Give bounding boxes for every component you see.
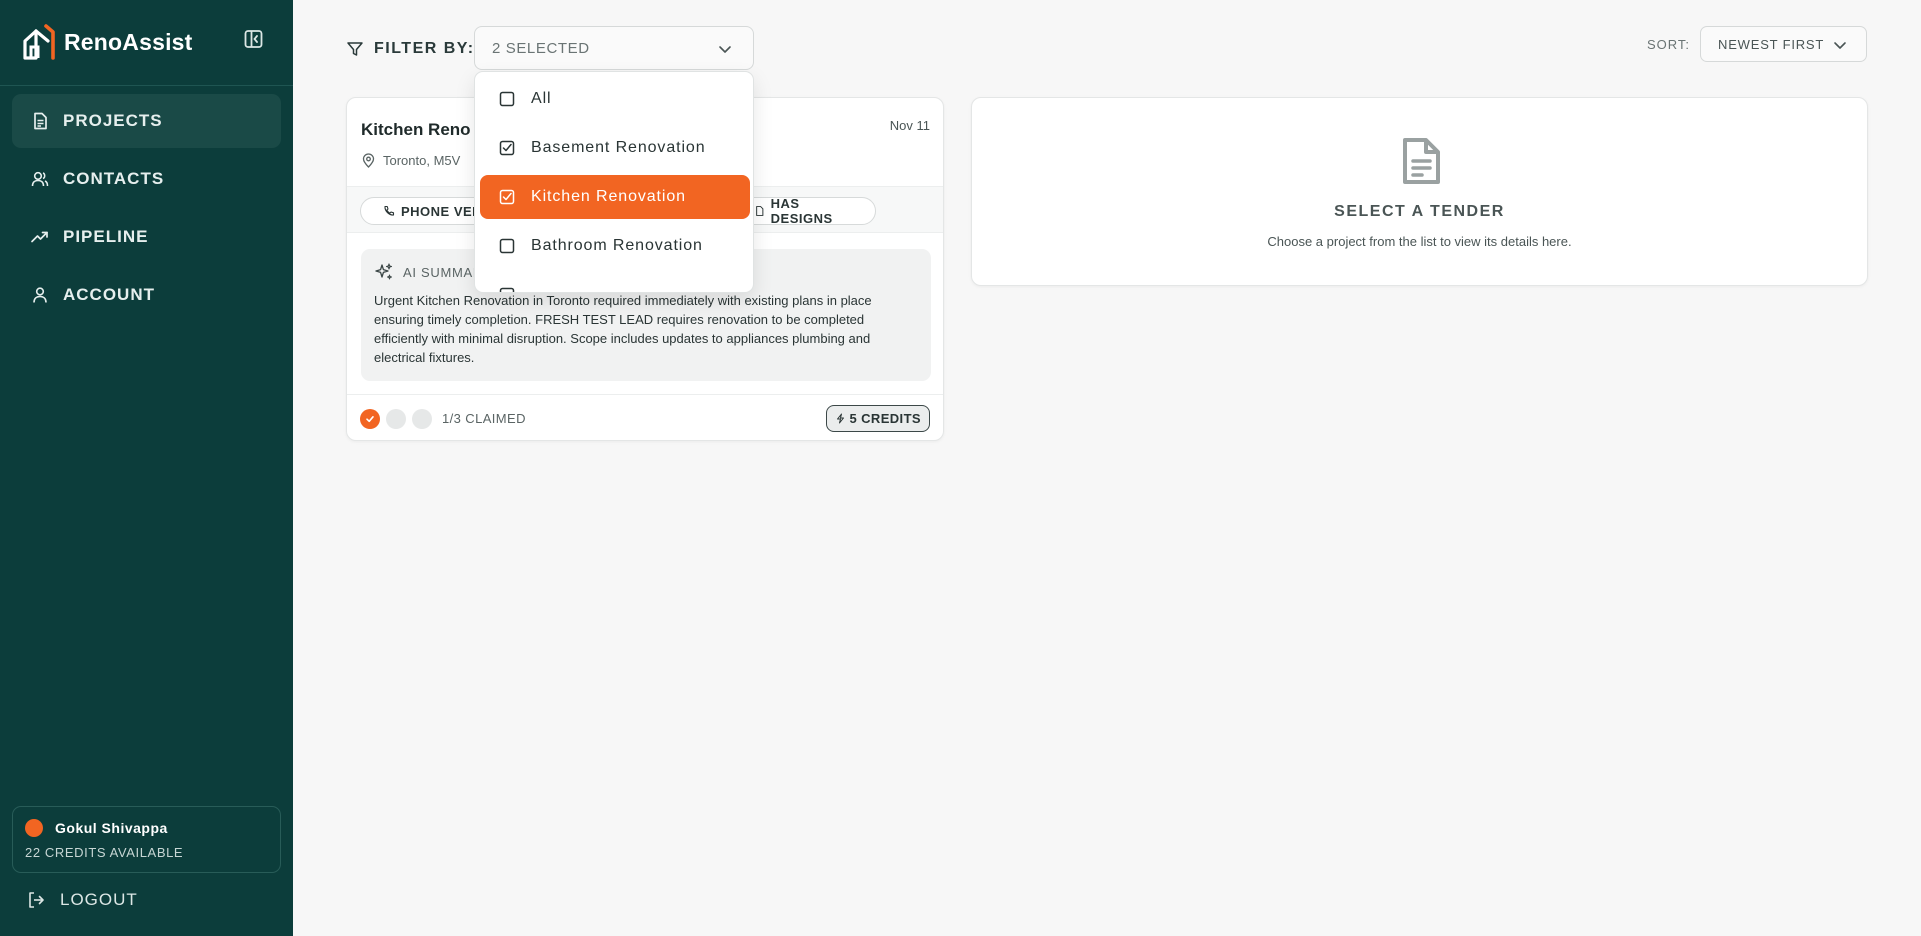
filter-selected-text: 2 SELECTED (492, 39, 590, 57)
sort-select[interactable]: NEWEST FIRST (1700, 26, 1867, 62)
ai-summary-label: AI SUMMAR (403, 264, 483, 280)
sort-label: SORT: (1646, 36, 1690, 52)
brand-name: RenoAssist (64, 28, 193, 55)
checkbox-checked-icon (499, 140, 515, 156)
ai-summary-text: Urgent Kitchen Renovation in Toronto req… (374, 293, 872, 365)
check-icon (366, 415, 374, 422)
map-pin-icon (362, 153, 375, 168)
filter-option-label: All (531, 90, 552, 107)
sidebar-item-label: PIPELINE (63, 227, 149, 246)
filter-option-label: Basement Renovation (531, 139, 706, 156)
logout-button[interactable]: LOGOUT (26, 890, 138, 910)
filter-bar: FILTER BY: (346, 28, 475, 70)
project-location-text: Toronto, M5V (383, 153, 461, 168)
logout-icon (29, 892, 44, 908)
detail-subtitle: Choose a project from the list to view i… (1267, 234, 1572, 249)
filter-select[interactable]: 2 SELECTED (474, 26, 754, 70)
filter-label: FILTER BY: (374, 40, 475, 57)
filter-option-label: Bathroom Renovation (531, 237, 703, 254)
user-card[interactable]: Gokul Shivappa 22 CREDITS AVAILABLE (12, 806, 281, 873)
sidebar-item-label: PROJECTS (63, 111, 163, 130)
filter-option-basement-renovation[interactable]: Basement Renovation (480, 126, 750, 170)
user-credits: 22 CREDITS AVAILABLE (25, 845, 184, 860)
document-icon (756, 206, 764, 216)
sparkles-icon (375, 263, 393, 280)
project-location: Toronto, M5V (361, 153, 460, 168)
user-icon (33, 287, 47, 303)
trending-up-icon (31, 231, 48, 243)
checkbox-empty-icon (499, 287, 515, 292)
checkbox-empty-icon (499, 238, 515, 254)
sidebar-item-projects[interactable]: PROJECTS (12, 94, 281, 148)
document-icon (34, 112, 47, 130)
project-title: Kitchen Reno (361, 120, 471, 139)
sidebar-item-account[interactable]: ACCOUNT (12, 268, 281, 322)
claim-indicator-filled (360, 408, 380, 429)
logout-label: LOGOUT (60, 890, 138, 909)
sidebar-item-contacts[interactable]: CONTACTS (12, 152, 281, 206)
sidebar-divider (0, 85, 293, 86)
filter-option-all[interactable]: All (480, 77, 750, 121)
sidebar-item-label: CONTACTS (63, 169, 165, 188)
filter-option-partial[interactable] (480, 273, 750, 292)
user-name: Gokul Shivappa (55, 820, 168, 836)
filter-option-bathroom-renovation[interactable]: Bathroom Renovation (480, 224, 750, 268)
card-footer: 1/3 CLAIMED 5 CREDITS (347, 394, 943, 440)
brand[interactable]: RenoAssist (22, 20, 193, 64)
sidebar-nav: PROJECTS CONTACTS PIPELINE ACCOUNT (12, 94, 281, 326)
checkbox-empty-icon (499, 91, 515, 107)
filter-dropdown: All Basement Renovation Kitchen Renovati… (474, 71, 754, 293)
claim-indicator-empty (386, 408, 406, 429)
chevron-down-icon (719, 46, 731, 53)
lightning-icon (837, 413, 845, 424)
filter-option-kitchen-renovation[interactable]: Kitchen Renovation (480, 175, 750, 219)
tag-has-designs: HAS DESIGNS (739, 196, 876, 226)
claim-count: 1/3 CLAIMED (442, 411, 526, 426)
sidebar-item-label: ACCOUNT (63, 285, 155, 304)
house-logo-icon (23, 24, 55, 60)
filter-option-label: Kitchen Renovation (531, 188, 686, 205)
tag-label: HAS DESIGNS (770, 196, 833, 226)
sidebar-item-pipeline[interactable]: PIPELINE (12, 210, 281, 264)
chevron-down-icon (1834, 42, 1846, 49)
sort-control: SORT: NEWEST FIRST (1647, 26, 1867, 62)
sort-value: NEWEST FIRST (1718, 36, 1825, 52)
credits-label: 5 CREDITS (849, 411, 921, 426)
checkbox-checked-icon (499, 189, 515, 205)
project-date: Nov 11 (889, 118, 930, 133)
document-icon (1403, 138, 1440, 184)
claim-indicator-empty (412, 408, 432, 429)
filter-icon (347, 42, 363, 56)
sidebar: RenoAssist PROJECTS CONTACTS PIPELINE AC… (0, 0, 293, 936)
phone-icon (384, 205, 395, 216)
tag-label: PHONE VER (401, 203, 483, 219)
tender-detail-panel: SELECT A TENDER Choose a project from th… (971, 97, 1868, 286)
collapse-sidebar-icon[interactable] (243, 28, 265, 50)
users-icon (31, 171, 49, 187)
avatar (25, 819, 43, 837)
credits-badge[interactable]: 5 CREDITS (826, 405, 930, 432)
detail-title: SELECT A TENDER (1334, 203, 1505, 220)
